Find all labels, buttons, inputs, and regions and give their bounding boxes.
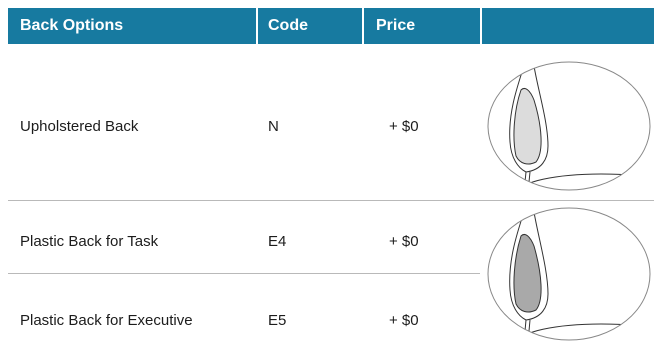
row-3-option: Plastic Back for Executive bbox=[20, 312, 193, 329]
header-back-options: Back Options bbox=[8, 8, 256, 44]
row-3-price: + $0 bbox=[389, 312, 419, 329]
header-price: Price bbox=[364, 8, 480, 44]
plastic-back-illustration bbox=[487, 207, 651, 341]
row-divider bbox=[8, 273, 480, 274]
row-1-option: Upholstered Back bbox=[20, 118, 139, 135]
header-price-label: Price bbox=[376, 17, 416, 34]
row-2-option: Plastic Back for Task bbox=[20, 233, 159, 250]
header-code: Code bbox=[258, 8, 362, 44]
row-divider bbox=[8, 200, 654, 201]
row-2-price: + $0 bbox=[389, 233, 419, 250]
row-2-code: E4 bbox=[268, 233, 287, 250]
upholstered-back-illustration bbox=[487, 61, 651, 191]
header-back-options-label: Back Options bbox=[20, 17, 124, 34]
row-1-price: + $0 bbox=[389, 118, 419, 135]
header-code-label: Code bbox=[268, 17, 308, 34]
back-options-table: Back Options Code Price Upholstered Back… bbox=[0, 0, 654, 349]
header-image bbox=[482, 8, 654, 44]
row-1-code: N bbox=[268, 118, 279, 135]
row-3-code: E5 bbox=[268, 312, 287, 329]
